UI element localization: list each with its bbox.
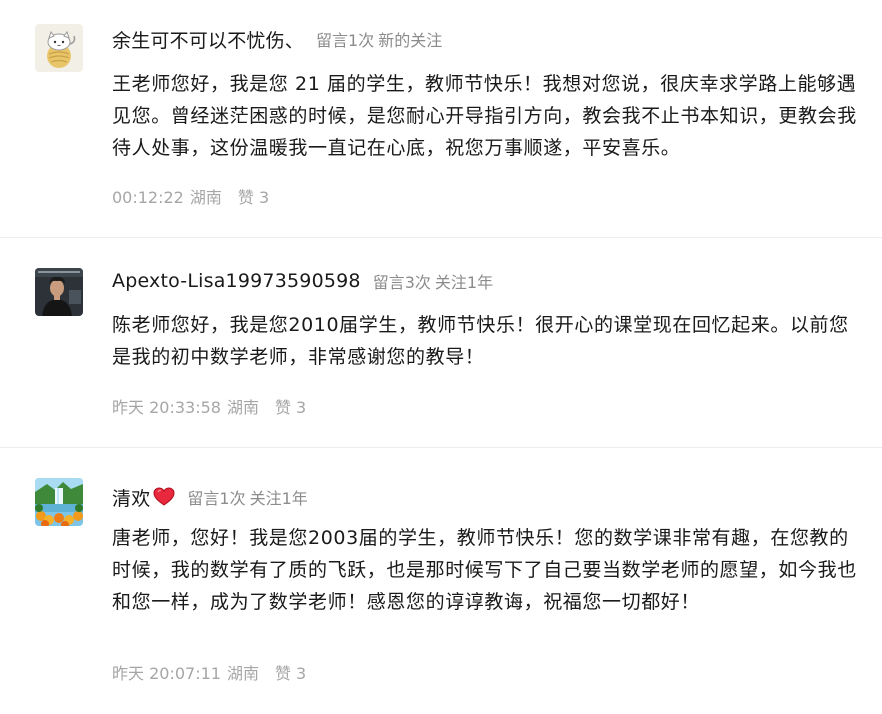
comment-footer: 00:12:22 湖南赞 3 [112, 184, 269, 208]
comment-header: 余生可不可以不忧伤、 留言1次 新的关注 [112, 26, 442, 52]
comment-time: 00:12:22 [112, 188, 184, 207]
message-count: 留言3次 [372, 273, 431, 292]
follow-status: 关注1年 [249, 489, 308, 508]
like-button[interactable]: 赞 3 [238, 188, 269, 207]
comment-item: 清欢 留言1次 关注1年 唐老师，您好！我是您2003届的学生，教师节快乐！您的… [0, 448, 882, 714]
comment-region: 湖南 [189, 188, 222, 207]
follow-status: 关注1年 [434, 273, 494, 292]
like-button[interactable]: 赞 3 [275, 664, 306, 683]
user-avatar[interactable] [35, 478, 83, 526]
comment-item: 余生可不可以不忧伤、 留言1次 新的关注 王老师您好，我是您 21 届的学生，教… [0, 0, 882, 238]
message-count: 留言1次 [316, 31, 375, 50]
comment-time: 昨天 20:07:11 [112, 664, 221, 683]
comment-footer: 昨天 20:07:11 湖南赞 3 [112, 660, 306, 684]
follow-status: 新的关注 [378, 31, 443, 50]
comment-region: 湖南 [226, 398, 259, 417]
comment-text: 陈老师您好，我是您2010届学生，教师节快乐！很开心的课堂现在回忆起来。以前您是… [112, 314, 849, 368]
person-photo-avatar-icon [35, 268, 83, 316]
comment-time: 昨天 20:33:58 [112, 398, 221, 417]
comment-header: Apexto-Lisa19973590598 留言3次 关注1年 [112, 268, 493, 294]
comment-list: 余生可不可以不忧伤、 留言1次 新的关注 王老师您好，我是您 21 届的学生，教… [0, 0, 882, 714]
heart-icon [153, 487, 175, 507]
comment-header: 清欢 留言1次 关注1年 [112, 484, 308, 510]
cat-ball-avatar-icon [35, 24, 83, 72]
comment-footer: 昨天 20:33:58 湖南赞 3 [112, 394, 306, 418]
user-nickname[interactable]: 清欢 [112, 484, 150, 511]
user-avatar[interactable] [35, 268, 83, 316]
like-button[interactable]: 赞 3 [275, 398, 306, 417]
comment-region: 湖南 [226, 664, 259, 683]
comment-text: 王老师您好，我是您 21 届的学生，教师节快乐！我想对您说，很庆幸求学路上能够遇… [112, 73, 857, 159]
comment-item: Apexto-Lisa19973590598 留言3次 关注1年 陈老师您好，我… [0, 238, 882, 448]
user-nickname[interactable]: Apexto-Lisa19973590598 [112, 270, 361, 292]
waterfall-landscape-avatar-icon [35, 478, 83, 526]
message-count: 留言1次 [187, 489, 246, 508]
comment-text: 唐老师，您好！我是您2003届的学生，教师节快乐！您的数学课非常有趣，在您教的时… [112, 527, 857, 613]
user-avatar[interactable] [35, 24, 83, 72]
user-nickname[interactable]: 余生可不可以不忧伤、 [112, 26, 304, 53]
